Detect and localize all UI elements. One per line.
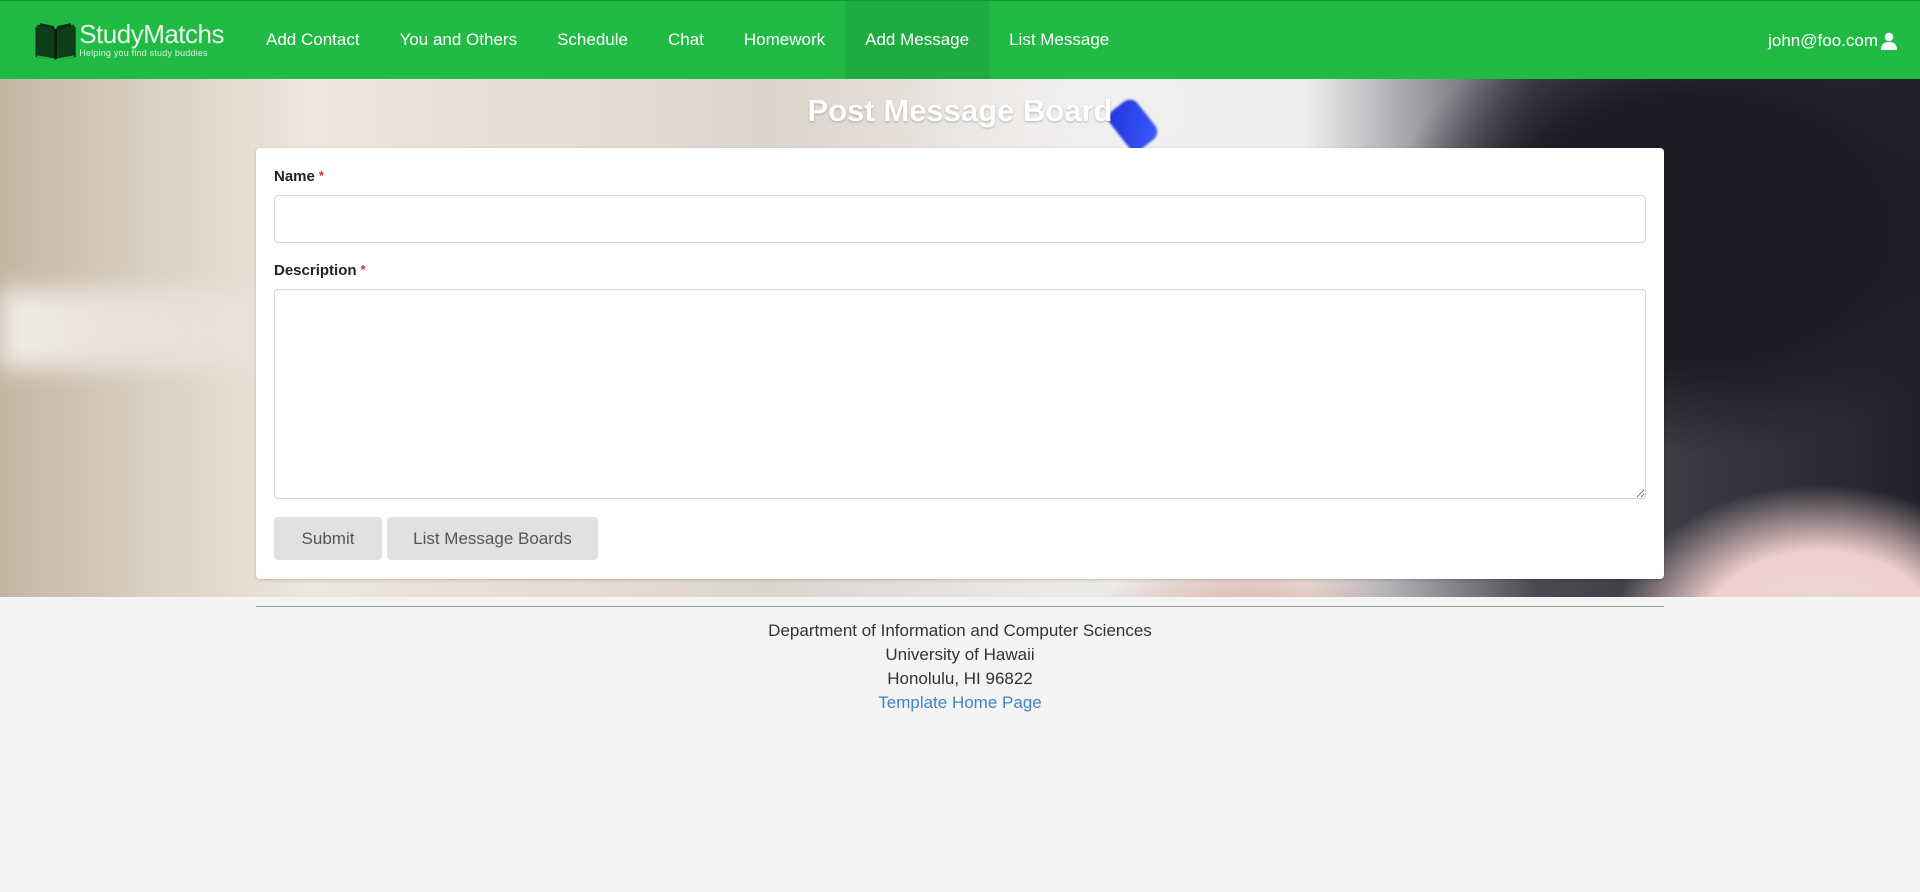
brand-logo[interactable]: StudyMatchs Helping you find study buddi… <box>34 13 224 67</box>
required-indicator: * <box>318 168 324 183</box>
top-navbar: StudyMatchs Helping you find study buddi… <box>0 0 1920 80</box>
user-email: john@foo.com <box>1768 30 1878 50</box>
footer-department: Department of Information and Computer S… <box>768 621 1152 640</box>
nav-item-schedule[interactable]: Schedule <box>537 1 648 80</box>
brand-text: StudyMatchs Helping you find study buddi… <box>79 21 224 59</box>
description-label-text: Description <box>274 262 357 279</box>
page-title: Post Message Board <box>807 93 1113 128</box>
description-label: Description * <box>274 262 366 279</box>
name-label: Name * <box>274 168 324 185</box>
brand-name: StudyMatchs <box>79 19 224 49</box>
template-home-link[interactable]: Template Home Page <box>878 693 1041 712</box>
footer-address: Honolulu, HI 96822 <box>887 669 1033 688</box>
open-book-icon <box>35 23 76 61</box>
nav-item-you-and-others[interactable]: You and Others <box>380 1 538 80</box>
required-indicator: * <box>360 262 366 277</box>
nav-item-list-message[interactable]: List Message <box>989 1 1129 80</box>
name-label-text: Name <box>274 168 315 185</box>
footer: Department of Information and Computer S… <box>256 606 1664 715</box>
nav-item-add-message[interactable]: Add Message <box>845 0 990 80</box>
nav-item-chat[interactable]: Chat <box>648 1 724 80</box>
nav-menu: Add Contact You and Others Schedule Chat… <box>246 0 1129 80</box>
name-input[interactable] <box>274 195 1646 243</box>
list-message-boards-button[interactable]: List Message Boards <box>387 517 598 560</box>
message-board-form: Name * Description * Submit List Message B… <box>256 148 1664 579</box>
background-highlight <box>0 289 260 369</box>
description-textarea[interactable] <box>274 289 1646 499</box>
submit-button[interactable]: Submit <box>274 517 382 560</box>
nav-item-homework[interactable]: Homework <box>724 1 845 80</box>
footer-university: University of Hawaii <box>885 645 1035 664</box>
user-menu[interactable]: john@foo.com <box>1768 1 1898 80</box>
brand-tagline: Helping you find study buddies <box>79 48 208 58</box>
user-icon <box>1881 32 1897 50</box>
nav-item-add-contact[interactable]: Add Contact <box>246 1 380 80</box>
